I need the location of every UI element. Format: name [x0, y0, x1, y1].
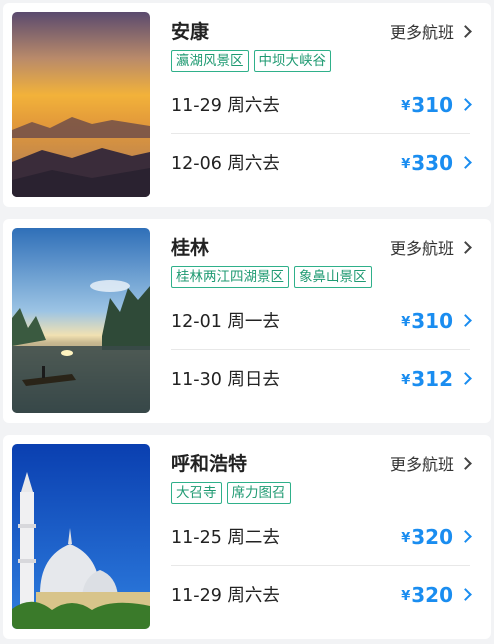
currency-symbol: ¥ [401, 99, 411, 114]
price-amount: 310 [411, 308, 453, 333]
currency-symbol: ¥ [401, 157, 411, 172]
flight-date: 11-29 周六去 [171, 96, 280, 116]
more-flights-label: 更多航班 [389, 23, 454, 42]
guilin-river-photo[interactable] [12, 228, 150, 413]
river-karst-image [12, 228, 150, 413]
more-flights-label: 更多航班 [389, 239, 454, 258]
hohhot-mosque-photo[interactable] [12, 444, 150, 629]
flight-price: ¥ 310 [401, 92, 472, 117]
price-amount: 310 [411, 92, 453, 117]
flight-row[interactable]: 11-25 周二去 ¥ 320 [171, 508, 472, 566]
flight-row[interactable]: 11-30 周日去 ¥ 312 [171, 350, 472, 407]
destination-card-ankang[interactable]: 安康 更多航班 瀛湖风景区 中坝大峡谷 11-29 周六去 ¥ 310 12-0… [3, 3, 491, 207]
chevron-right-icon [459, 588, 472, 601]
attraction-tag[interactable]: 席力图召 [226, 482, 291, 504]
more-flights-label: 更多航班 [389, 455, 454, 474]
currency-symbol: ¥ [401, 589, 411, 604]
ankang-sunset-photo[interactable] [12, 12, 150, 197]
mosque-image [12, 444, 150, 629]
flight-date: 12-01 周一去 [171, 312, 280, 332]
flight-row[interactable]: 11-29 周六去 ¥ 310 [171, 76, 472, 134]
price-amount: 312 [411, 366, 453, 391]
currency-symbol: ¥ [401, 315, 411, 330]
sunset-mountains-image [12, 12, 150, 197]
chevron-right-icon [459, 314, 472, 327]
attraction-tag[interactable]: 象鼻山景区 [294, 266, 372, 288]
flight-price: ¥ 312 [401, 366, 472, 391]
price-amount: 330 [411, 150, 453, 175]
flight-price: ¥ 330 [401, 150, 472, 175]
destination-card-hohhot[interactable]: 呼和浩特 更多航班 大召寺 席力图召 11-25 周二去 ¥ 320 11-29… [3, 435, 491, 639]
city-name: 桂林 [171, 237, 210, 259]
currency-symbol: ¥ [401, 373, 411, 388]
chevron-right-icon [459, 156, 472, 169]
attraction-tag[interactable]: 瀛湖风景区 [171, 50, 249, 72]
flight-price: ¥ 310 [401, 308, 472, 333]
price-amount: 320 [411, 582, 453, 607]
chevron-right-icon [459, 372, 472, 385]
attraction-tags: 瀛湖风景区 中坝大峡谷 [171, 50, 336, 72]
attraction-tag[interactable]: 大召寺 [171, 482, 222, 504]
attraction-tags: 大召寺 席力图召 [171, 482, 296, 504]
chevron-right-icon [459, 240, 472, 254]
flight-price: ¥ 320 [401, 582, 472, 607]
flight-date: 11-30 周日去 [171, 370, 280, 390]
more-flights-link[interactable]: 更多航班 [389, 451, 472, 475]
price-amount: 320 [411, 524, 453, 549]
flight-row[interactable]: 12-01 周一去 ¥ 310 [171, 292, 472, 350]
flight-price: ¥ 320 [401, 524, 472, 549]
flight-row[interactable]: 11-29 周六去 ¥ 320 [171, 566, 472, 623]
chevron-right-icon [459, 456, 472, 470]
city-name: 呼和浩特 [171, 453, 248, 475]
attraction-tag[interactable]: 桂林两江四湖景区 [171, 266, 289, 288]
chevron-right-icon [459, 98, 472, 111]
flight-date: 11-29 周六去 [171, 586, 280, 606]
more-flights-link[interactable]: 更多航班 [389, 19, 472, 43]
flight-date: 12-06 周六去 [171, 154, 280, 174]
chevron-right-icon [459, 530, 472, 543]
flight-row[interactable]: 12-06 周六去 ¥ 330 [171, 134, 472, 191]
more-flights-link[interactable]: 更多航班 [389, 235, 472, 259]
attraction-tags: 桂林两江四湖景区 象鼻山景区 [171, 266, 377, 288]
currency-symbol: ¥ [401, 531, 411, 546]
attraction-tag[interactable]: 中坝大峡谷 [253, 50, 331, 72]
city-name: 安康 [171, 21, 210, 43]
chevron-right-icon [459, 24, 472, 38]
flight-date: 11-25 周二去 [171, 528, 280, 548]
destination-card-guilin[interactable]: 桂林 更多航班 桂林两江四湖景区 象鼻山景区 12-01 周一去 ¥ 310 1… [3, 219, 491, 423]
